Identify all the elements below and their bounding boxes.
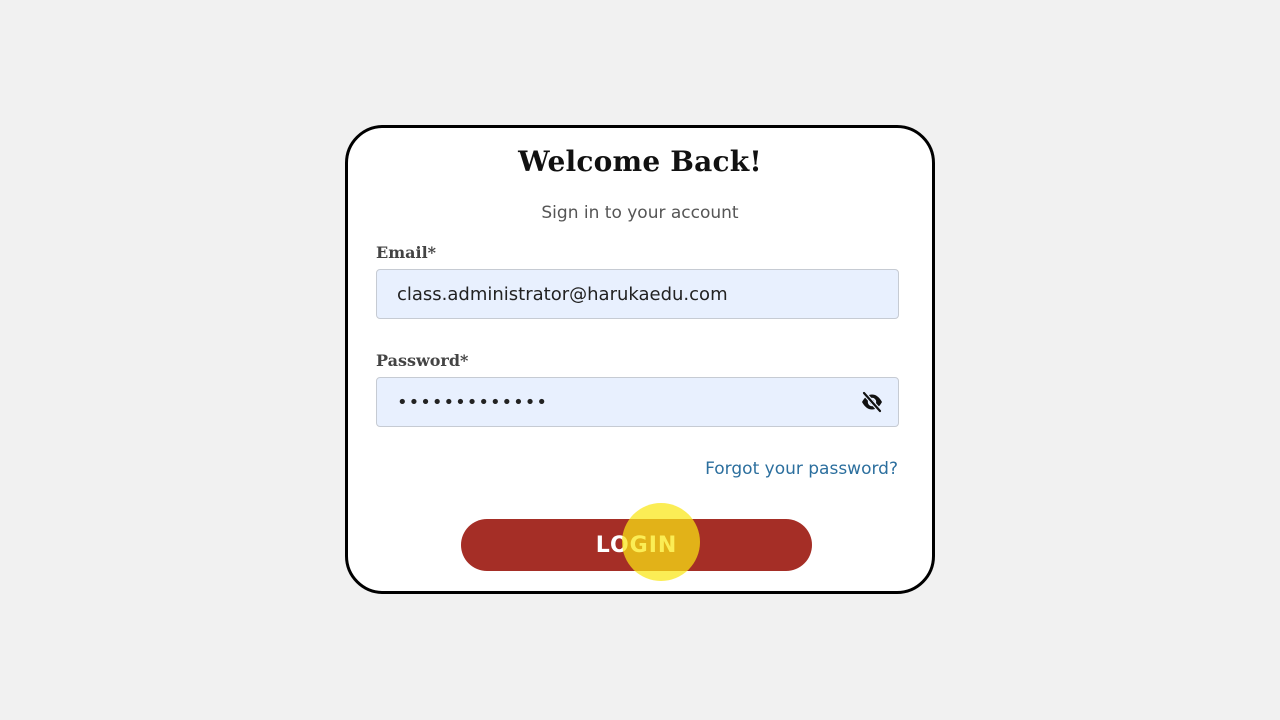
forgot-password-link[interactable]: Forgot your password? [705, 459, 898, 479]
email-field-container [376, 269, 899, 319]
login-card: Welcome Back! Sign in to your account Em… [345, 125, 935, 594]
page-subtitle: Sign in to your account [541, 203, 739, 223]
login-button[interactable]: LOGIN [461, 519, 812, 571]
password-label: Password* [376, 351, 469, 370]
password-input[interactable] [377, 378, 898, 426]
email-input[interactable] [377, 270, 898, 318]
page-title: Welcome Back! [518, 145, 762, 178]
email-label: Email* [376, 243, 437, 262]
password-field-container [376, 377, 899, 427]
eye-slash-icon[interactable] [860, 390, 884, 414]
